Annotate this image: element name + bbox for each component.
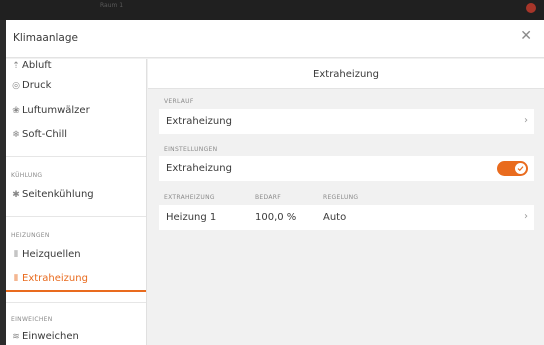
sidebar-item-label: Einweichen (22, 331, 79, 342)
section-history: VERLAUF (164, 98, 194, 105)
history-row-label: Extraheizung (166, 116, 232, 127)
sidebar-item-side-cooling[interactable]: ✱ Seitenkühlung (6, 185, 146, 205)
heater-demand: 100,0 % (255, 212, 297, 223)
chevron-right-icon: › (524, 211, 528, 222)
settings-row-label: Extraheizung (166, 163, 232, 174)
sidebar-item-extra-heating[interactable]: ⦀ Extraheizung (6, 269, 146, 292)
sidebar-section-cooling: KÜHLUNG (11, 172, 43, 179)
notification-dot (526, 3, 536, 13)
sidebar-item-label: Extraheizung (22, 273, 88, 284)
climate-dialog: Klimaanlage ✕ ⇡ Abluft ◎ Druck ❀ Luftumw… (6, 20, 544, 345)
background-window-bar: Raum 1 (0, 0, 544, 20)
side-cooling-icon: ✱ (12, 190, 20, 200)
sidebar-item-label: Abluft (22, 60, 52, 71)
sidebar-item-label: Heizquellen (22, 249, 81, 260)
sidebar-section-heating: HEIZUNGEN (11, 232, 50, 239)
sidebar-section-soak: EINWEICHEN (11, 316, 53, 323)
sidebar-item-label: Seitenkühlung (22, 189, 94, 200)
sidebar-item-label: Luftumwälzer (22, 105, 90, 116)
dialog-header: Klimaanlage ✕ (6, 20, 544, 58)
background-window-title: Raum 1 (100, 2, 124, 9)
fan-icon: ❀ (12, 106, 20, 116)
sidebar-divider (6, 216, 146, 217)
heater-control: Auto (323, 212, 347, 223)
column-header-extra-heating: EXTRAHEIZUNG (164, 194, 215, 201)
column-header-control: REGELUNG (323, 194, 359, 201)
sidebar-item-heat-sources[interactable]: ⦀ Heizquellen (6, 245, 146, 265)
sidebar-item-circulator[interactable]: ❀ Luftumwälzer (6, 101, 146, 121)
main-title-bar: Extraheizung (148, 59, 544, 89)
history-row[interactable]: Extraheizung › (159, 109, 534, 134)
sidebar-item-exhaust[interactable]: ⇡ Abluft (6, 59, 146, 76)
toggle-knob (515, 163, 526, 174)
soft-chill-icon: ❄ (12, 130, 20, 140)
section-settings: EINSTELLUNGEN (164, 146, 218, 153)
heating-icon: ⦀ (14, 250, 18, 260)
sidebar-divider (6, 156, 146, 157)
main-panel: Extraheizung VERLAUF Extraheizung › EINS… (148, 59, 544, 345)
sidebar-item-soak[interactable]: ≋ Einweichen (6, 327, 146, 345)
page-title: Extraheizung (313, 69, 379, 80)
sidebar-item-label: Soft-Chill (22, 129, 67, 140)
dialog-title: Klimaanlage (13, 32, 78, 44)
close-icon[interactable]: ✕ (520, 29, 532, 43)
column-header-demand: BEDARF (255, 194, 281, 201)
sidebar-divider (6, 302, 146, 303)
pressure-icon: ◎ (12, 81, 20, 91)
settings-row: Extraheizung (159, 156, 534, 181)
sidebar-item-label: Druck (22, 80, 52, 91)
table-row[interactable]: Heizung 1 100,0 % Auto › (159, 205, 534, 230)
sidebar-item-soft-chill[interactable]: ❄ Soft-Chill (6, 125, 146, 145)
soak-icon: ≋ (12, 332, 20, 342)
heating-icon: ⦀ (14, 274, 18, 284)
extra-heating-toggle[interactable] (497, 161, 528, 176)
sidebar-item-pressure[interactable]: ◎ Druck (6, 76, 146, 96)
checkmark-icon (517, 166, 524, 172)
heater-name: Heizung 1 (166, 212, 217, 223)
exhaust-icon: ⇡ (12, 61, 20, 71)
chevron-right-icon: › (524, 115, 528, 126)
sidebar: ⇡ Abluft ◎ Druck ❀ Luftumwälzer ❄ Soft-C… (6, 59, 147, 345)
